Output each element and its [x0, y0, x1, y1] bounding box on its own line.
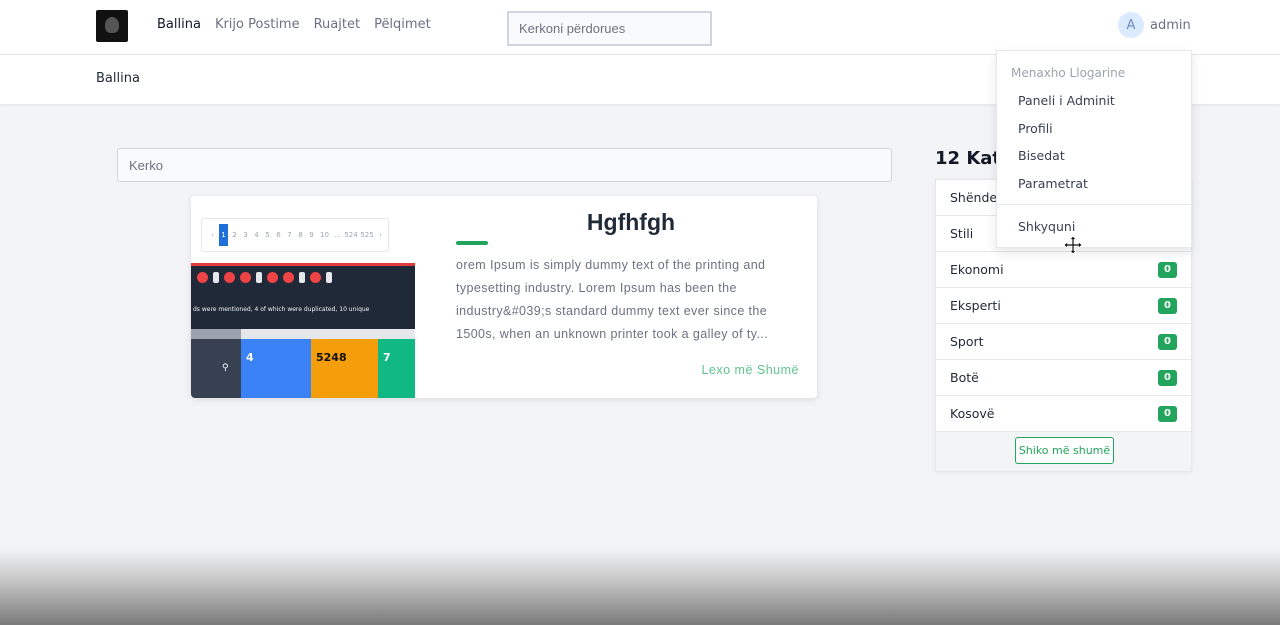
menu-item-admin-panel[interactable]: Paneli i Adminit — [1018, 93, 1115, 108]
pager-page: 2 — [232, 231, 237, 239]
toolbar-icons — [197, 272, 332, 283]
tile-value: 4 — [246, 351, 254, 364]
tile-orange: 5248 — [311, 339, 378, 398]
pager-page: 1 — [219, 224, 228, 246]
toolbar-dot-icon — [224, 272, 235, 283]
menu-item-logout[interactable]: Shkyquni — [1018, 219, 1075, 234]
toolbar-dot-icon — [267, 272, 278, 283]
thumbnail-pager: ‹ 1 2 3 4 5 6 7 8 9 10 ... 524 525 › — [201, 218, 389, 252]
category-name: Ekonomi — [950, 262, 1004, 277]
pager-ellipsis: ... — [334, 231, 341, 239]
thumbnail-toolbar: ds were mentioned, 4 of which were dupli… — [191, 263, 415, 329]
category-item[interactable]: Kosovë 0 — [936, 396, 1191, 432]
toolbar-dot-icon — [197, 272, 208, 283]
category-item[interactable]: Botë 0 — [936, 360, 1191, 396]
category-count-badge: 0 — [1158, 333, 1177, 350]
avatar: A — [1118, 12, 1144, 38]
bottom-shadow-overlay — [0, 548, 1280, 625]
tile-green: 7 — [378, 339, 415, 398]
category-item[interactable]: Eksperti 0 — [936, 288, 1191, 324]
category-count-badge: 0 — [1158, 369, 1177, 386]
read-more-link[interactable]: Lexo më Shumë — [701, 363, 799, 377]
pager-page: 8 — [298, 231, 303, 239]
breadcrumb: Ballina — [96, 71, 140, 86]
pager-prev: ‹ — [211, 231, 214, 239]
pager-page: 9 — [309, 231, 314, 239]
nav-link-saved[interactable]: Ruajtet — [314, 17, 360, 32]
pager-page: 10 — [320, 231, 329, 239]
account-dropdown: Menaxho Llogarine Paneli i Adminit Profi… — [996, 50, 1193, 248]
pager-page: 6 — [276, 231, 281, 239]
dropdown-divider — [997, 204, 1193, 205]
nav-link-likes[interactable]: Pëlqimet — [374, 17, 431, 32]
post-search-input[interactable] — [117, 148, 892, 182]
category-name: Eksperti — [950, 298, 1001, 313]
tile-blue: 4 — [241, 339, 311, 398]
toolbar-bar-icon — [213, 272, 219, 283]
pager-page: 524 — [344, 231, 358, 239]
nav-link-home[interactable]: Ballina — [157, 17, 201, 32]
site-logo[interactable] — [96, 10, 128, 42]
toolbar-dot-icon — [240, 272, 251, 283]
category-count-badge: 0 — [1158, 261, 1177, 278]
dropdown-header: Menaxho Llogarine — [1011, 66, 1126, 80]
category-item[interactable]: Ekonomi 0 — [936, 252, 1191, 288]
category-item[interactable]: Sport 0 — [936, 324, 1191, 360]
pager-page: 5 — [265, 231, 270, 239]
toolbar-dot-icon — [310, 272, 321, 283]
toolbar-dot-icon — [283, 272, 294, 283]
nav-link-create-post[interactable]: Krijo Postime — [215, 17, 300, 32]
category-name: Botë — [950, 370, 979, 385]
toolbar-bar-icon — [326, 272, 332, 283]
pager-page: 3 — [243, 231, 248, 239]
search-icon: ⚲ — [222, 363, 229, 373]
post-excerpt: orem Ipsum is simply dummy text of the p… — [456, 258, 769, 341]
toolbar-bar-icon — [299, 272, 305, 283]
category-name: Stili — [950, 226, 974, 241]
tile-value: 7 — [383, 351, 391, 364]
main-nav: Ballina Krijo Postime Ruajtet Pëlqimet — [157, 17, 431, 32]
user-search-input[interactable] — [507, 11, 712, 46]
thumbnail-tiles: ⚲ 4 5248 7 — [191, 339, 415, 398]
top-navbar: Ballina Krijo Postime Ruajtet Pëlqimet A… — [0, 0, 1280, 55]
thumbnail-progress — [191, 329, 415, 339]
username-label: admin — [1150, 17, 1191, 33]
category-count-badge: 0 — [1158, 405, 1177, 422]
title-accent-bar — [456, 241, 488, 245]
user-menu-toggle[interactable]: A admin — [1118, 12, 1191, 38]
tile-search: ⚲ — [191, 339, 241, 398]
see-more-categories-button[interactable]: Shiko më shumë — [1015, 437, 1114, 464]
post-title[interactable]: Hgfhfgh — [415, 209, 817, 236]
category-name: Kosovë — [950, 406, 995, 421]
menu-item-profile[interactable]: Profili — [1018, 121, 1053, 136]
post-card[interactable]: ‹ 1 2 3 4 5 6 7 8 9 10 ... 524 525 › ds … — [191, 196, 817, 398]
menu-item-chats[interactable]: Bisedat — [1018, 148, 1065, 163]
pager-page: 7 — [287, 231, 292, 239]
post-body: Hgfhfgh orem Ipsum is simply dummy text … — [415, 196, 817, 398]
menu-item-settings[interactable]: Parametrat — [1018, 176, 1088, 191]
post-thumbnail[interactable]: ‹ 1 2 3 4 5 6 7 8 9 10 ... 524 525 › ds … — [191, 196, 415, 398]
tile-value: 5248 — [316, 351, 347, 364]
thumbnail-caption: ds were mentioned, 4 of which were dupli… — [193, 306, 370, 313]
pager-page: 525 — [360, 231, 374, 239]
category-name: Sport — [950, 334, 984, 349]
category-count-badge: 0 — [1158, 297, 1177, 314]
pager-next: › — [379, 231, 382, 239]
toolbar-bar-icon — [256, 272, 262, 283]
move-cursor-icon — [1064, 236, 1082, 254]
pager-page: 4 — [254, 231, 259, 239]
